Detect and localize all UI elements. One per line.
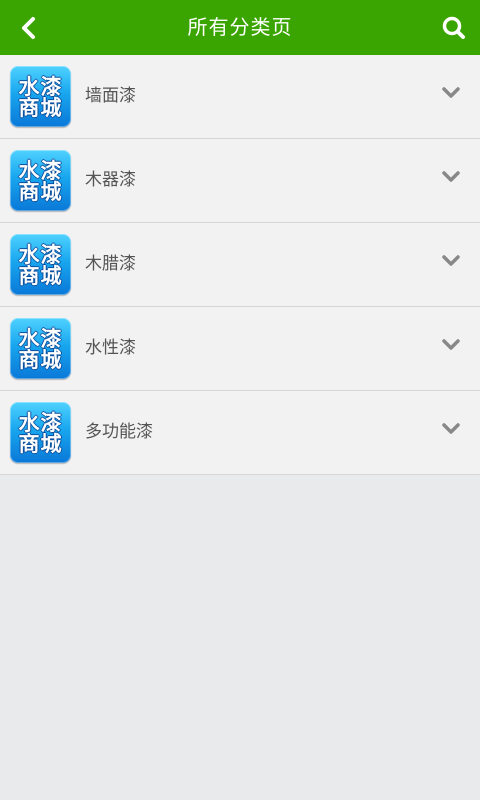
app-logo: 水漆 商城	[10, 402, 71, 463]
category-row-wall-paint[interactable]: 水漆 商城 墙面漆	[0, 55, 480, 139]
logo-text-line: 商城	[18, 346, 63, 372]
app-header: 所有分类页	[0, 0, 480, 55]
logo-text-line: 水漆	[18, 73, 63, 99]
chevron-down-icon[interactable]	[440, 420, 462, 438]
app-logo: 水漆 商城	[10, 318, 71, 379]
category-row-water-based-paint[interactable]: 水漆 商城 水性漆	[0, 307, 480, 391]
page-title: 所有分类页	[187, 15, 293, 39]
app-logo: 水漆 商城	[10, 66, 71, 127]
category-label: 木腊漆	[85, 254, 136, 274]
logo-text-line: 商城	[18, 262, 63, 288]
logo-text-line: 水漆	[18, 409, 63, 435]
app-logo: 水漆 商城	[10, 234, 71, 295]
logo-text-line: 水漆	[18, 157, 63, 183]
logo-text-line: 商城	[18, 94, 63, 120]
category-label: 多功能漆	[85, 422, 153, 442]
category-label: 水性漆	[85, 338, 136, 358]
chevron-down-icon[interactable]	[440, 336, 462, 354]
chevron-down-icon[interactable]	[440, 252, 462, 270]
app-logo: 水漆 商城	[10, 150, 71, 211]
category-row-wood-paint[interactable]: 水漆 商城 木器漆	[0, 139, 480, 223]
logo-text-line: 商城	[18, 430, 63, 456]
category-label: 木器漆	[85, 170, 136, 190]
category-row-multifunction-paint[interactable]: 水漆 商城 多功能漆	[0, 391, 480, 475]
logo-text-line: 商城	[18, 178, 63, 204]
logo-text-line: 水漆	[18, 325, 63, 351]
chevron-down-icon[interactable]	[440, 84, 462, 102]
category-list: 水漆 商城 墙面漆 水漆 商城 木器漆 水漆 商城 木腊漆 水漆 商城 水性漆 …	[0, 55, 480, 475]
search-icon	[442, 16, 465, 39]
chevron-down-icon[interactable]	[440, 168, 462, 186]
search-button[interactable]	[436, 12, 472, 44]
logo-text-line: 水漆	[18, 241, 63, 267]
category-row-wax-paint[interactable]: 水漆 商城 木腊漆	[0, 223, 480, 307]
category-label: 墙面漆	[85, 86, 136, 106]
